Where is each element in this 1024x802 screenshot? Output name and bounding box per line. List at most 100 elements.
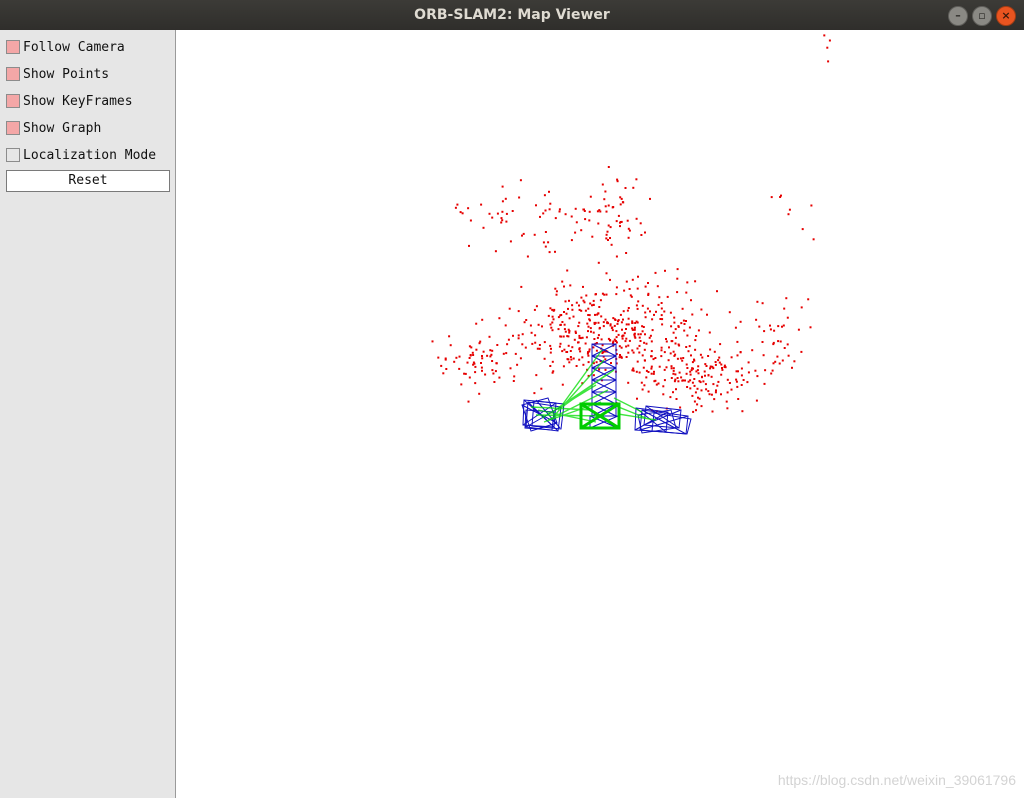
map-point — [437, 356, 440, 359]
map-point — [592, 346, 595, 349]
map-point — [431, 340, 434, 343]
map-point — [533, 392, 536, 395]
map-point — [501, 185, 504, 188]
map-point — [699, 381, 702, 384]
map-point — [622, 201, 625, 204]
map-point — [619, 221, 622, 223]
localization-mode-checkbox[interactable] — [6, 148, 20, 162]
map-point — [633, 333, 636, 336]
map-point — [736, 385, 739, 388]
map-point — [691, 361, 694, 364]
map-point — [770, 196, 773, 199]
map-point — [484, 373, 487, 376]
map-point — [607, 239, 609, 241]
map-point — [488, 335, 491, 338]
show-graph-option[interactable]: Show Graph — [6, 119, 101, 137]
map-point — [547, 314, 550, 317]
map-point — [660, 302, 663, 304]
map-point — [575, 365, 578, 367]
map-point — [620, 346, 623, 349]
map-point — [679, 406, 682, 409]
map-point — [755, 318, 758, 321]
map-point — [781, 359, 784, 362]
map-point — [607, 337, 610, 340]
map-point — [604, 318, 607, 321]
map-point — [676, 291, 679, 294]
map-point — [635, 217, 638, 220]
show-points-checkbox[interactable] — [6, 67, 20, 81]
map-point — [494, 250, 497, 253]
map-point — [610, 327, 613, 329]
map-point — [535, 305, 538, 308]
map-point — [610, 243, 613, 246]
map-point — [567, 328, 570, 331]
map-point — [704, 374, 706, 377]
map-point — [582, 363, 585, 366]
map-point — [726, 378, 729, 381]
map-point — [491, 216, 494, 219]
map-point — [601, 183, 604, 186]
show-graph-checkbox[interactable] — [6, 121, 20, 135]
map-point — [467, 207, 470, 210]
map-point — [620, 321, 623, 324]
show-points-option[interactable]: Show Points — [6, 65, 109, 83]
map-point — [568, 299, 570, 302]
maximize-icon[interactable]: ▫ — [972, 6, 992, 26]
map-point — [445, 368, 448, 370]
map-point — [661, 318, 664, 321]
map-point — [603, 198, 606, 201]
show-keyframes-checkbox[interactable] — [6, 94, 20, 108]
map-point — [807, 298, 810, 301]
follow-camera-option[interactable]: Follow Camera — [6, 38, 125, 56]
map-point — [500, 221, 503, 224]
title-bar: ORB-SLAM2: Map Viewer – ▫ × — [0, 0, 1024, 30]
map-point — [627, 381, 630, 384]
map-point — [691, 394, 694, 397]
map-point — [571, 304, 574, 307]
map-canvas[interactable] — [176, 30, 1024, 798]
map-point — [625, 252, 628, 254]
map-point — [701, 356, 704, 359]
map-point — [685, 363, 688, 366]
map-point — [724, 366, 727, 369]
show-keyframes-option[interactable]: Show KeyFrames — [6, 92, 133, 110]
map-point — [637, 275, 639, 278]
map-point — [708, 331, 711, 334]
map-point — [606, 230, 609, 233]
map-point — [494, 370, 497, 373]
map-point — [700, 389, 703, 392]
map-point — [557, 328, 560, 331]
map-point — [691, 313, 694, 316]
map-point — [641, 325, 644, 328]
map-point — [491, 369, 494, 372]
map-point — [662, 385, 665, 388]
map-point — [684, 379, 686, 382]
map-point — [625, 337, 628, 340]
map-point — [672, 331, 675, 334]
follow-camera-checkbox[interactable] — [6, 40, 20, 54]
close-icon[interactable]: × — [996, 6, 1016, 26]
map-point — [567, 307, 569, 310]
localization-mode-option[interactable]: Localization Mode — [6, 146, 156, 164]
map-point — [548, 251, 551, 254]
map-point — [735, 378, 738, 381]
map-point — [521, 343, 524, 346]
map-point — [779, 340, 782, 343]
map-point — [682, 357, 685, 359]
map-point — [641, 330, 644, 333]
map-point — [686, 367, 689, 369]
map-point — [488, 212, 491, 215]
map-point — [756, 375, 759, 378]
map-point — [587, 330, 589, 333]
map-point — [581, 336, 584, 339]
reset-button[interactable]: Reset — [6, 170, 170, 192]
minimize-icon[interactable]: – — [948, 6, 968, 26]
map-point — [614, 319, 617, 321]
map-point — [588, 350, 591, 353]
map-point — [785, 297, 788, 300]
map-viewport[interactable] — [176, 30, 1024, 798]
map-point — [458, 367, 461, 370]
map-point — [568, 317, 571, 320]
map-point — [683, 329, 686, 332]
map-point — [481, 355, 483, 357]
